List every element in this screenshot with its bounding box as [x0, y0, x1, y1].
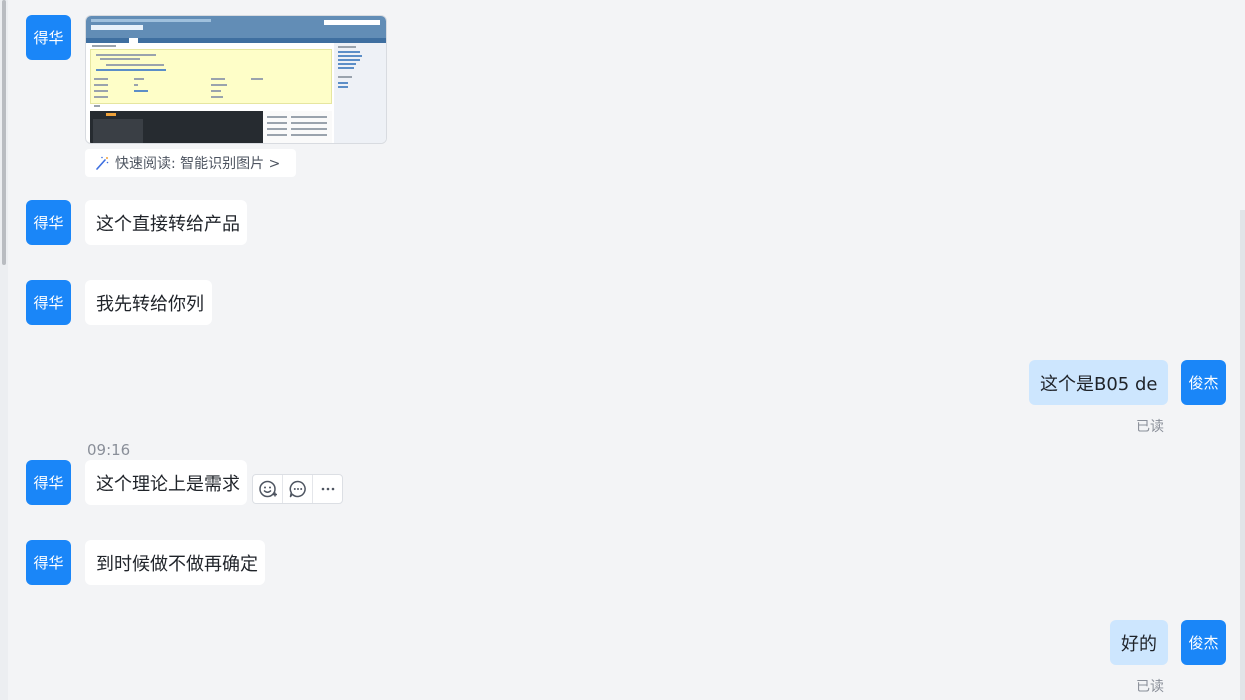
avatar[interactable]: 得华 [26, 200, 71, 245]
avatar[interactable]: 得华 [26, 15, 71, 60]
screenshot-image[interactable] [85, 15, 387, 144]
read-status: 已读 [1136, 679, 1164, 695]
message-bubble[interactable]: 我先转给你列 [85, 280, 212, 325]
avatar[interactable]: 得华 [26, 540, 71, 585]
message-bubble[interactable]: 这个是B05 de [1029, 360, 1168, 405]
left-scrollbar[interactable] [0, 0, 8, 700]
read-status: 已读 [1136, 419, 1164, 435]
right-scrollbar[interactable] [1240, 210, 1245, 700]
message-actions-toolbar [252, 474, 343, 504]
message-bubble[interactable]: 这个理论上是需求 [85, 460, 247, 505]
message-bubble[interactable]: 这个直接转给产品 [85, 200, 247, 245]
left-scrollbar-thumb[interactable] [2, 0, 6, 265]
avatar[interactable]: 俊杰 [1181, 360, 1226, 405]
quick-read-label: 快速阅读: 智能识别图片 > [115, 156, 281, 172]
avatar[interactable]: 俊杰 [1181, 620, 1226, 665]
quick-read-button[interactable]: 快速阅读: 智能识别图片 > [85, 149, 296, 177]
message-time: 09:16 [87, 441, 131, 459]
emoji-reaction-icon[interactable] [253, 475, 282, 503]
message-bubble[interactable]: 好的 [1110, 620, 1168, 665]
avatar[interactable]: 得华 [26, 280, 71, 325]
magic-wand-icon [95, 156, 109, 170]
message-bubble[interactable]: 到时候做不做再确定 [85, 540, 265, 585]
avatar[interactable]: 得华 [26, 460, 71, 505]
reply-icon[interactable] [282, 475, 312, 503]
more-icon[interactable] [312, 475, 342, 503]
